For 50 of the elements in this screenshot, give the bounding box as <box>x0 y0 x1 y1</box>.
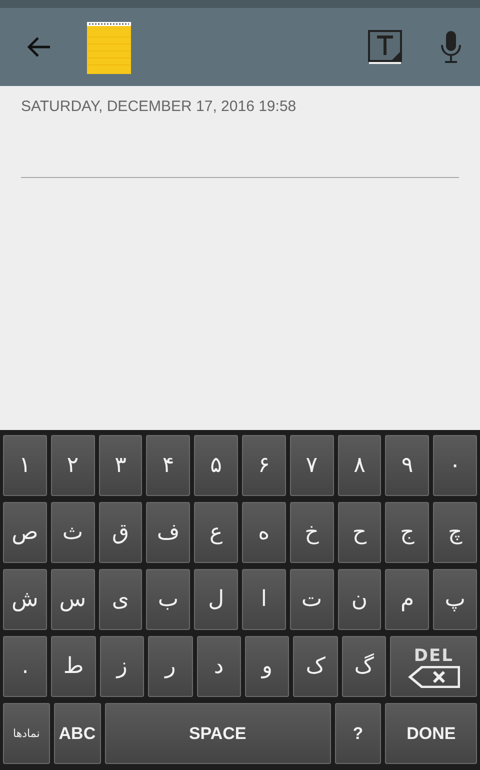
key[interactable]: ف <box>146 502 190 563</box>
key[interactable]: ی <box>98 569 142 630</box>
key[interactable]: ۹ <box>385 435 430 496</box>
key[interactable]: ک <box>293 636 338 697</box>
key[interactable]: ص <box>3 502 47 563</box>
key[interactable]: ر <box>148 636 193 697</box>
key[interactable]: و <box>245 636 290 697</box>
key[interactable]: ق <box>98 502 142 563</box>
key[interactable]: ل <box>194 569 238 630</box>
key[interactable]: ۷ <box>290 435 334 496</box>
delete-key[interactable]: DEL <box>390 636 478 697</box>
key[interactable]: ج <box>385 502 430 563</box>
key[interactable]: گ <box>342 636 386 697</box>
symbols-key[interactable]: نمادها <box>3 703 50 764</box>
done-key[interactable]: DONE <box>385 703 477 764</box>
key[interactable]: ۲ <box>50 435 95 496</box>
key[interactable]: ABC <box>54 703 101 764</box>
key[interactable]: ۴ <box>146 435 190 496</box>
key[interactable]: ث <box>50 502 95 563</box>
key[interactable]: ? <box>334 703 382 764</box>
backspace-icon <box>408 666 460 688</box>
key[interactable]: ع <box>194 502 238 563</box>
key[interactable]: س <box>50 569 95 630</box>
text-format-icon[interactable] <box>368 30 402 64</box>
back-icon[interactable] <box>26 36 52 58</box>
key[interactable]: چ <box>433 502 477 563</box>
space-key[interactable]: SPACE <box>104 703 331 764</box>
note-date: SATURDAY, DECEMBER 17, 2016 19:58 <box>21 98 298 115</box>
key[interactable]: د <box>196 636 242 697</box>
key[interactable]: ت <box>290 569 334 630</box>
key[interactable]: ۳ <box>98 435 142 496</box>
microphone-icon[interactable] <box>440 30 462 64</box>
key[interactable]: ۶ <box>242 435 286 496</box>
notepad-icon <box>86 19 132 75</box>
key[interactable]: ۸ <box>338 435 382 496</box>
key[interactable]: ن <box>338 569 382 630</box>
key[interactable]: ا <box>242 569 286 630</box>
key[interactable]: ط <box>51 636 96 697</box>
key[interactable]: ب <box>146 569 190 630</box>
key[interactable]: ۵ <box>194 435 238 496</box>
key[interactable]: ۰ <box>433 435 477 496</box>
key[interactable]: ز <box>100 636 144 697</box>
key[interactable]: ش <box>3 569 47 630</box>
key[interactable]: ۱ <box>3 435 47 496</box>
key[interactable]: م <box>385 569 430 630</box>
key[interactable]: خ <box>290 502 334 563</box>
key[interactable]: ه <box>242 502 286 563</box>
key[interactable]: پ <box>433 569 477 630</box>
key[interactable]: ح <box>338 502 382 563</box>
key[interactable]: . <box>3 636 48 697</box>
